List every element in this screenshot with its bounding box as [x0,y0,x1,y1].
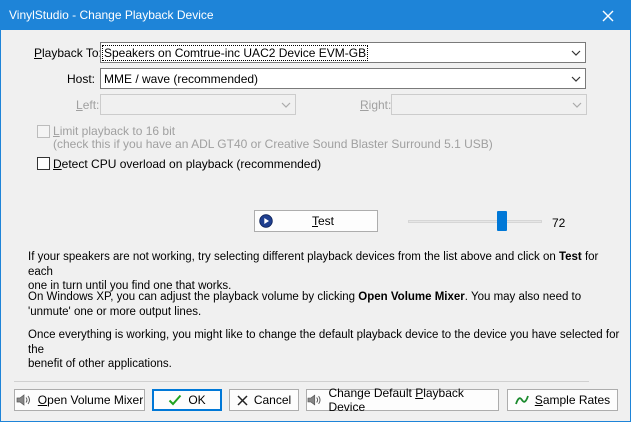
host-select[interactable]: MME / wave (recommended) [100,68,586,89]
host-value: MME / wave (recommended) [104,72,259,86]
chevron-down-icon [571,50,581,56]
playback-device-select[interactable]: Speakers on Comtrue-inc UAC2 Device EVM-… [100,42,586,63]
change-default-playback-device-button[interactable]: Change Default Playback Device [306,386,499,414]
chevron-down-icon [572,102,582,108]
sample-rates-label: Sample Rates [534,393,611,407]
limit-16bit-checkbox[interactable] [37,125,50,138]
info-paragraph-test: If your speakers are not working, try se… [28,251,599,292]
test-label: Test [312,214,335,228]
volume-slider-track[interactable] [408,220,542,223]
cancel-button[interactable]: Cancel [229,389,299,411]
cancel-label: Cancel [253,393,292,407]
speaker-icon [307,394,321,406]
playback-to-label: Playback To: [34,46,102,60]
play-icon [259,214,273,228]
ok-label: OK [188,393,206,407]
speaker-icon [16,394,30,406]
change-playback-device-dialog: VinylStudio - Change Playback Device Pla… [0,0,631,422]
left-channel-select[interactable] [100,94,296,115]
left-channel-label: Left: [76,98,100,112]
host-label: Host: [67,72,96,86]
wave-icon [514,395,529,405]
checkmark-icon [169,394,182,406]
detect-cpu-overload-label: Detect CPU overload on playback (recomme… [53,157,322,171]
playback-device-value: Speakers on Comtrue-inc UAC2 Device EVM-… [102,45,369,61]
ok-button[interactable]: OK [152,389,222,411]
info-paragraph-default-device: Once everything is working, you might li… [28,329,620,370]
test-button[interactable]: Test [254,210,378,232]
limit-16bit-hint: (check this if you have an ADL GT40 or C… [53,137,493,151]
volume-slider-thumb[interactable] [497,211,507,231]
change-default-label: Change Default Playback Device [328,386,464,414]
detect-cpu-overload-checkbox[interactable] [37,157,50,170]
right-channel-label: Right: [360,98,392,112]
sample-rates-button[interactable]: Sample Rates [507,389,618,411]
open-volume-mixer-button[interactable]: Open Volume Mixer [14,389,145,411]
chevron-down-icon [281,102,291,108]
limit-16bit-label: Limit playback to 16 bit [53,124,176,138]
x-icon [237,394,248,406]
right-channel-select[interactable] [391,94,587,115]
separator [14,381,589,382]
close-icon [602,10,614,21]
chevron-down-icon [571,76,581,82]
open-volume-mixer-label: Open Volume Mixer [37,393,144,407]
close-button[interactable] [586,1,630,30]
window-title: VinylStudio - Change Playback Device [9,8,214,22]
title-bar: VinylStudio - Change Playback Device [1,1,630,30]
info-paragraph-volume-mixer: On Windows XP, you can adjust the playba… [28,291,582,318]
volume-value: 72 [552,216,566,230]
